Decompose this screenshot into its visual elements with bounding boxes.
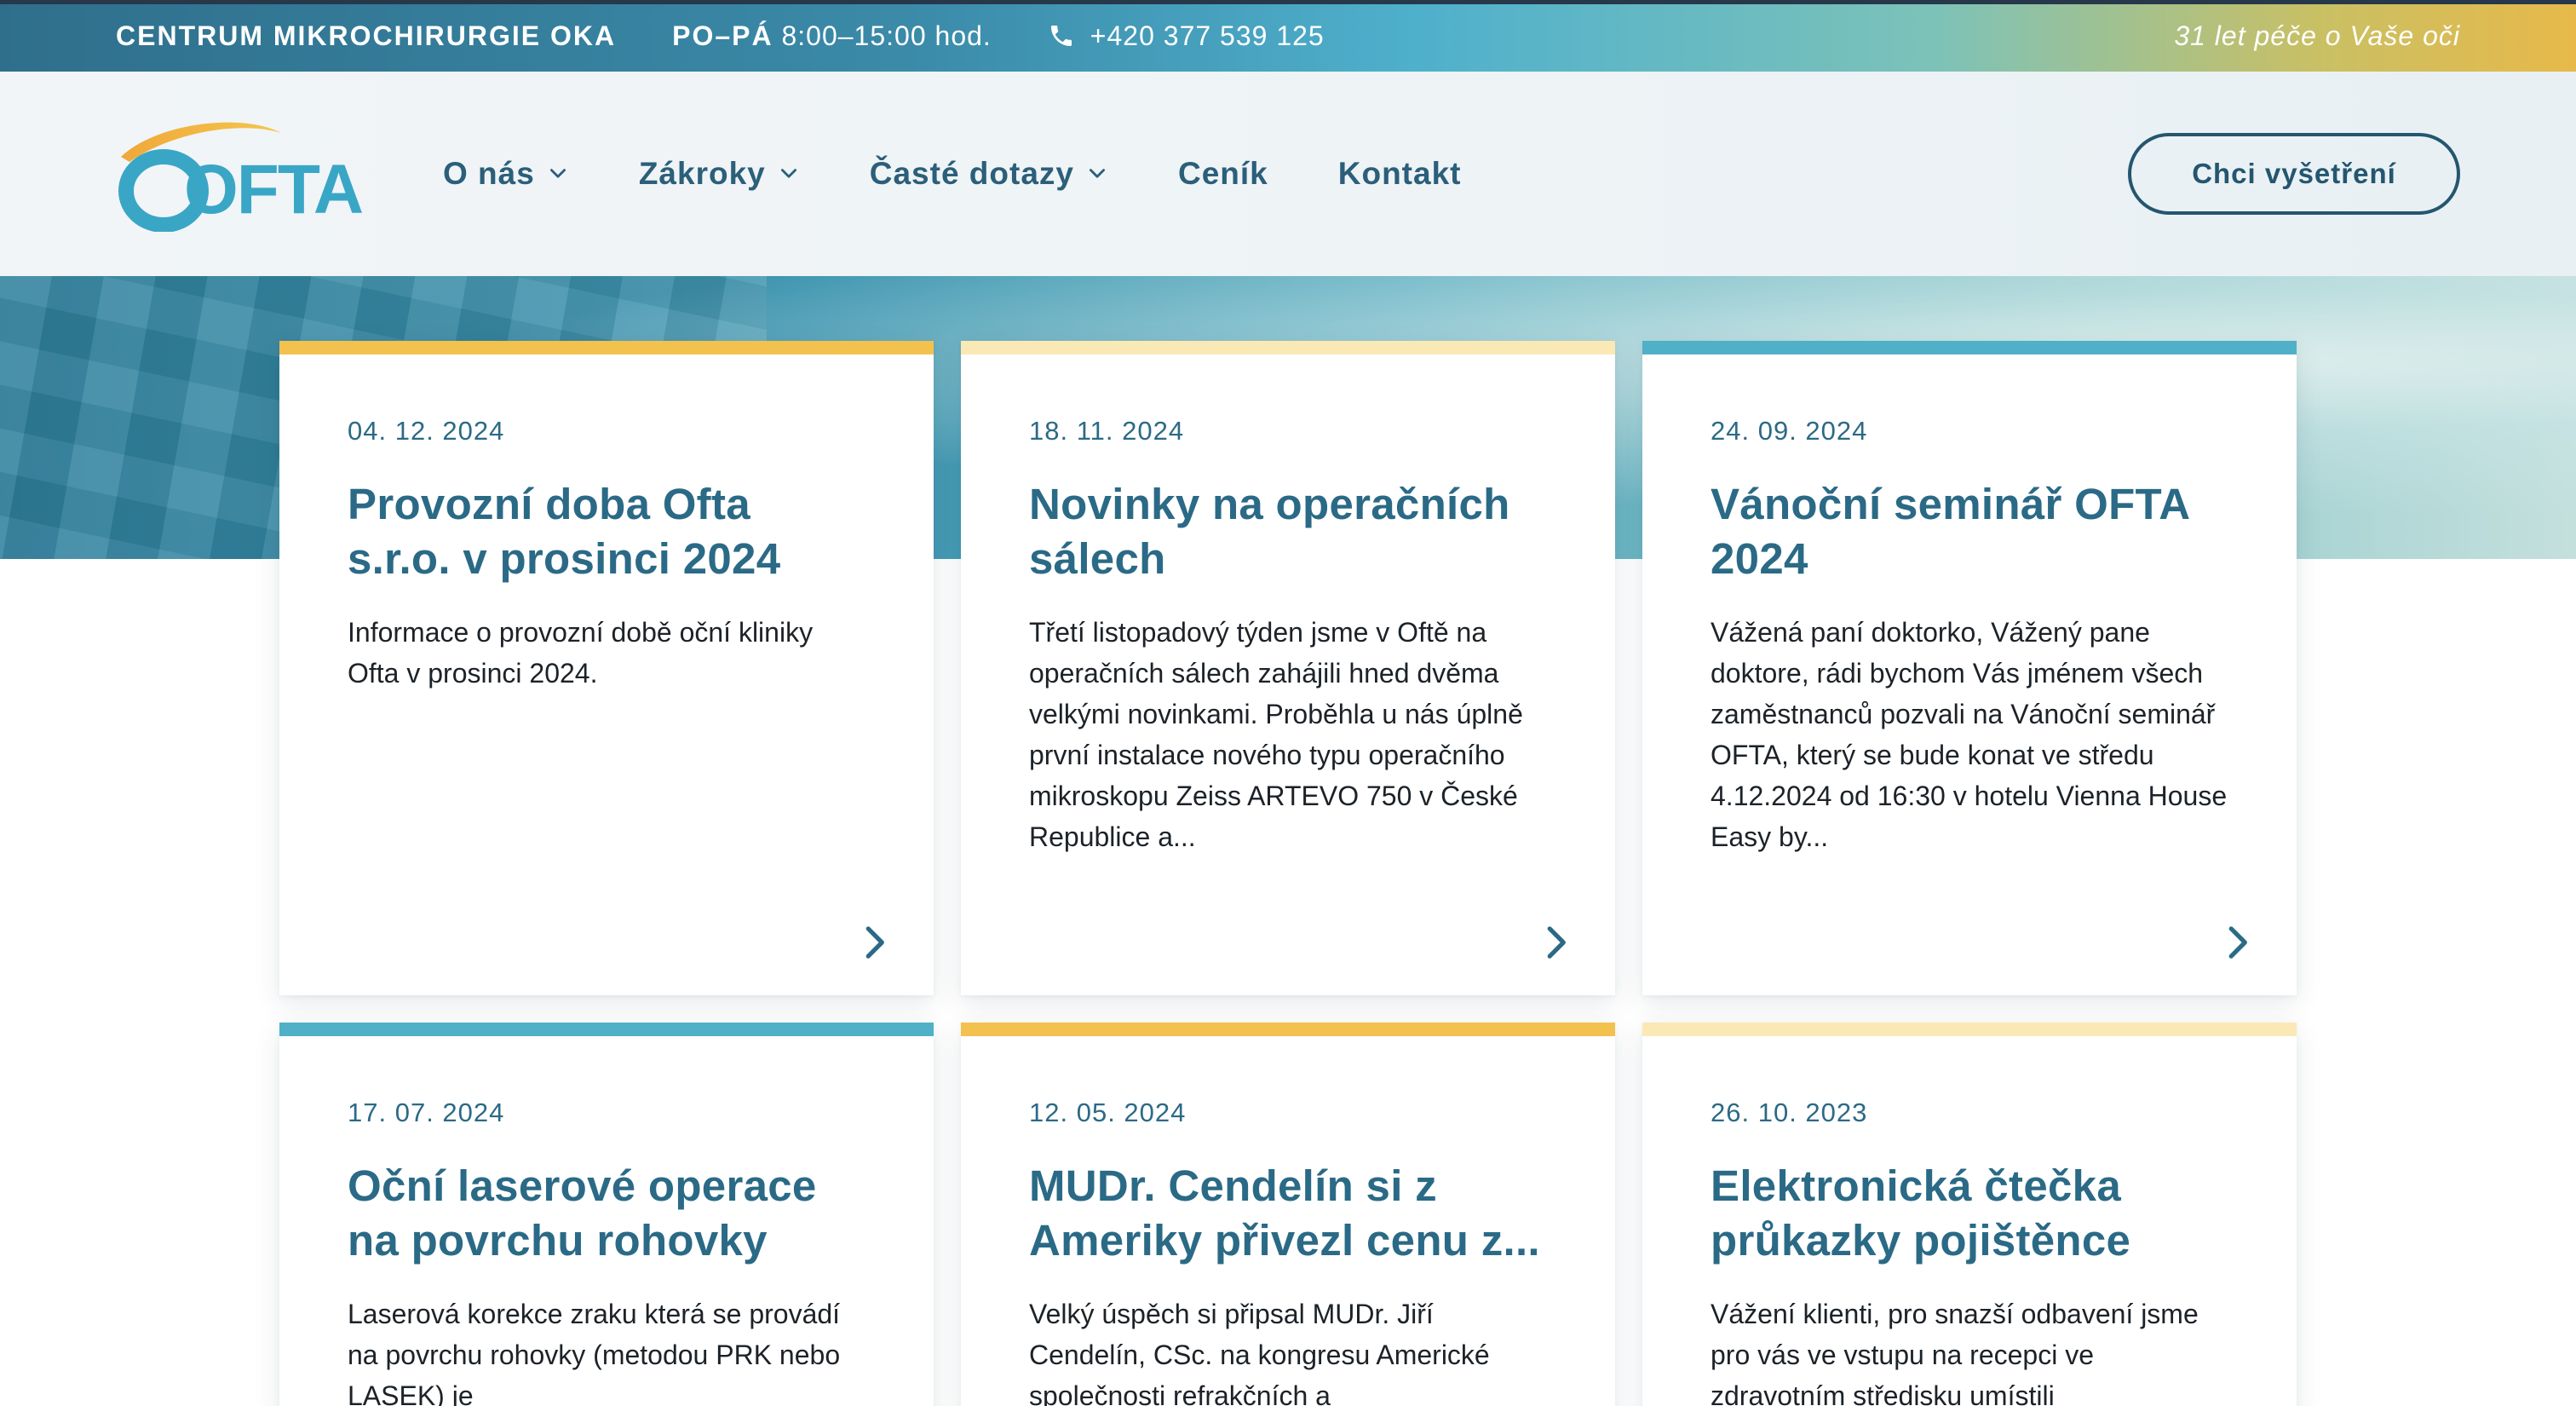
- nav-faq[interactable]: Časté dotazy: [870, 156, 1108, 192]
- card-excerpt: Vážená paní doktorko, Vážený pane doktor…: [1711, 617, 2228, 852]
- card-excerpt: Laserová korekce zraku která se provádí …: [348, 1299, 841, 1406]
- phone-link[interactable]: +420 377 539 125: [1048, 20, 1325, 52]
- opening-time: 8:00–15:00 hod.: [781, 20, 992, 51]
- card-accent-bar: [279, 341, 934, 354]
- svg-text:OFTA: OFTA: [184, 151, 363, 228]
- chevron-right-icon[interactable]: [2223, 924, 2254, 961]
- card-title[interactable]: Novinky na operačních sálech: [1029, 477, 1547, 586]
- news-card[interactable]: 04. 12. 2024 Provozní doba Ofta s.r.o. v…: [279, 341, 934, 995]
- card-date: 26. 10. 2023: [1711, 1098, 1868, 1127]
- card-excerpt: Velký úspěch si připsal MUDr. Jiří Cende…: [1029, 1299, 1490, 1406]
- main-nav: O nás Zákroky Časté dotazy Ceník Kontakt: [443, 72, 1531, 276]
- chevron-down-icon: [780, 169, 796, 178]
- chevron-down-icon: [1089, 169, 1105, 178]
- site-header: OFTA O nás Zákroky Časté dotazy Ceník Ko…: [0, 72, 2576, 276]
- tagline: 31 let péče o Vaše oči: [2174, 20, 2460, 51]
- chevron-right-icon[interactable]: [860, 924, 891, 961]
- card-date: 04. 12. 2024: [348, 416, 505, 446]
- nav-procedures-label: Zákroky: [638, 156, 766, 191]
- nav-procedures[interactable]: Zákroky: [639, 156, 800, 192]
- card-title[interactable]: Provozní doba Ofta s.r.o. v prosinci 202…: [348, 477, 865, 586]
- card-accent-bar: [961, 1023, 1615, 1036]
- chevron-down-icon: [549, 169, 566, 178]
- news-card[interactable]: 12. 05. 2024 MUDr. Cendelín si z Ameriky…: [961, 1023, 1615, 1406]
- nav-pricing-label: Ceník: [1177, 156, 1268, 191]
- opening-days: PO–PÁ: [672, 20, 773, 51]
- nav-about[interactable]: O nás: [443, 156, 569, 192]
- card-excerpt: Informace o provozní době oční kliniky O…: [348, 617, 814, 689]
- news-card[interactable]: 18. 11. 2024 Novinky na operačních sálec…: [961, 341, 1615, 995]
- phone-number: +420 377 539 125: [1090, 20, 1325, 51]
- card-title[interactable]: Elektronická čtečka průkazky pojištěnce: [1711, 1159, 2228, 1268]
- card-date: 17. 07. 2024: [348, 1098, 505, 1127]
- card-accent-bar: [1642, 341, 2297, 354]
- card-excerpt: Třetí listopadový týden jsme v Oftě na o…: [1029, 617, 1523, 852]
- card-date: 24. 09. 2024: [1711, 416, 1868, 446]
- card-title[interactable]: Vánoční seminář OFTA 2024: [1711, 477, 2228, 586]
- clinic-name: CENTRUM MIKROCHIRURGIE OKA: [116, 20, 617, 51]
- card-accent-bar: [1642, 1023, 2297, 1036]
- card-title[interactable]: MUDr. Cendelín si z Ameriky přivezl cenu…: [1029, 1159, 1547, 1268]
- chevron-right-icon[interactable]: [1542, 924, 1573, 961]
- top-info-bar: CENTRUM MIKROCHIRURGIE OKA PO–PÁ 8:00–15…: [0, 0, 2576, 72]
- nav-faq-label: Časté dotazy: [869, 156, 1074, 191]
- nav-contact-label: Kontakt: [1337, 156, 1462, 191]
- nav-contact[interactable]: Kontakt: [1338, 156, 1462, 192]
- ofta-logo[interactable]: OFTA: [114, 112, 363, 232]
- news-card[interactable]: 24. 09. 2024 Vánoční seminář OFTA 2024 V…: [1642, 341, 2297, 995]
- card-title[interactable]: Oční laserové operace na povrchu rohovky: [348, 1159, 865, 1268]
- nav-about-label: O nás: [443, 156, 535, 191]
- card-excerpt: Vážení klienti, pro snazší odbavení jsme…: [1711, 1299, 2199, 1406]
- phone-icon: [1050, 26, 1072, 46]
- news-card[interactable]: 26. 10. 2023 Elektronická čtečka průkazk…: [1642, 1023, 2297, 1406]
- card-accent-bar: [279, 1023, 934, 1036]
- nav-pricing[interactable]: Ceník: [1178, 156, 1268, 192]
- card-date: 12. 05. 2024: [1029, 1098, 1187, 1127]
- opening-hours: PO–PÁ 8:00–15:00 hod.: [672, 20, 992, 52]
- book-exam-button[interactable]: Chci vyšetření: [2128, 133, 2460, 215]
- card-accent-bar: [961, 341, 1615, 354]
- card-date: 18. 11. 2024: [1029, 416, 1185, 446]
- news-card[interactable]: 17. 07. 2024 Oční laserové operace na po…: [279, 1023, 934, 1406]
